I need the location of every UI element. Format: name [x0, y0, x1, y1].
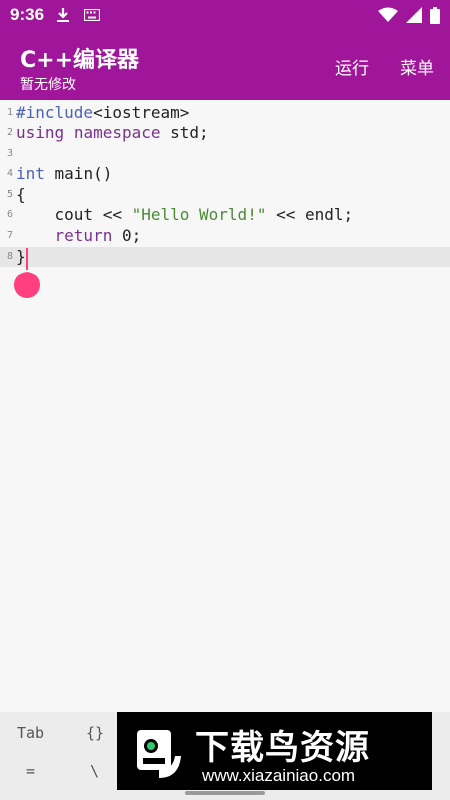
status-time: 9:36	[10, 5, 45, 24]
code-token: cout <<	[16, 205, 132, 225]
code-line-3[interactable]: 3	[0, 143, 450, 164]
code-line-6[interactable]: 6 cout << "Hello World!" << endl;	[0, 205, 450, 226]
code-token: int	[16, 164, 45, 184]
code-line-2[interactable]: 2 using namespace std;	[0, 123, 450, 144]
line-number: 1	[6, 106, 13, 118]
app-bar: C++编译器 暂无修改 运行 菜单	[0, 30, 450, 100]
navigation-handle[interactable]	[185, 791, 265, 795]
app-subtitle: 暂无修改	[20, 77, 76, 93]
line-number: 8	[6, 251, 13, 263]
equals-key[interactable]: =	[26, 762, 35, 780]
code-token: "Hello World!"	[131, 205, 267, 225]
code-token: 0;	[112, 225, 142, 245]
run-button[interactable]: 运行	[335, 54, 369, 79]
status-bar: 9:36	[0, 0, 450, 30]
watermark-url: www.xiazainiao.com	[202, 766, 356, 785]
code-token: #include	[16, 102, 94, 122]
line-number: 7	[6, 229, 13, 241]
code-editor[interactable]: 1 #include <iostream> 2 using namespace s…	[0, 100, 450, 712]
code-token: return	[54, 225, 113, 245]
line-number: 6	[6, 209, 13, 221]
code-token: {	[16, 184, 26, 204]
battery-icon	[430, 6, 440, 24]
code-line-4[interactable]: 4 int main()	[0, 164, 450, 185]
backslash-key[interactable]: \	[90, 762, 99, 780]
app-title: C++编译器	[20, 48, 140, 73]
line-number: 3	[6, 147, 13, 159]
bird-logo-icon	[137, 730, 181, 778]
text-cursor	[26, 248, 28, 270]
status-icons-right	[378, 6, 440, 24]
wifi-icon	[378, 7, 398, 22]
watermark-title: 下载鸟资源	[195, 728, 370, 768]
code-line-5[interactable]: 5 {	[0, 184, 450, 205]
keyboard-icon	[84, 9, 101, 21]
code-token: }	[16, 247, 26, 267]
code-line-7[interactable]: 7 return 0;	[0, 225, 450, 246]
status-icons-left	[56, 7, 101, 23]
code-token: << endl;	[266, 205, 354, 225]
code-token: std;	[160, 123, 209, 143]
line-number: 4	[6, 168, 13, 180]
code-token: main()	[44, 164, 113, 184]
line-number: 5	[6, 188, 13, 200]
braces-key[interactable]: {}	[86, 724, 104, 742]
signal-icon	[406, 7, 422, 23]
code-token: namespace	[73, 123, 161, 143]
menu-button[interactable]: 菜单	[400, 54, 434, 79]
tab-key[interactable]: Tab	[17, 724, 44, 742]
download-icon	[57, 8, 70, 22]
code-line-8[interactable]: 8 }	[0, 246, 450, 267]
line-number: 2	[6, 127, 13, 139]
watermark-banner: 下载鸟资源 www.xiazainiao.com	[117, 712, 432, 790]
code-token: using	[16, 123, 65, 143]
code-line-1[interactable]: 1 #include <iostream>	[0, 102, 450, 123]
code-token: <iostream>	[93, 102, 190, 122]
cursor-handle[interactable]	[14, 268, 40, 298]
